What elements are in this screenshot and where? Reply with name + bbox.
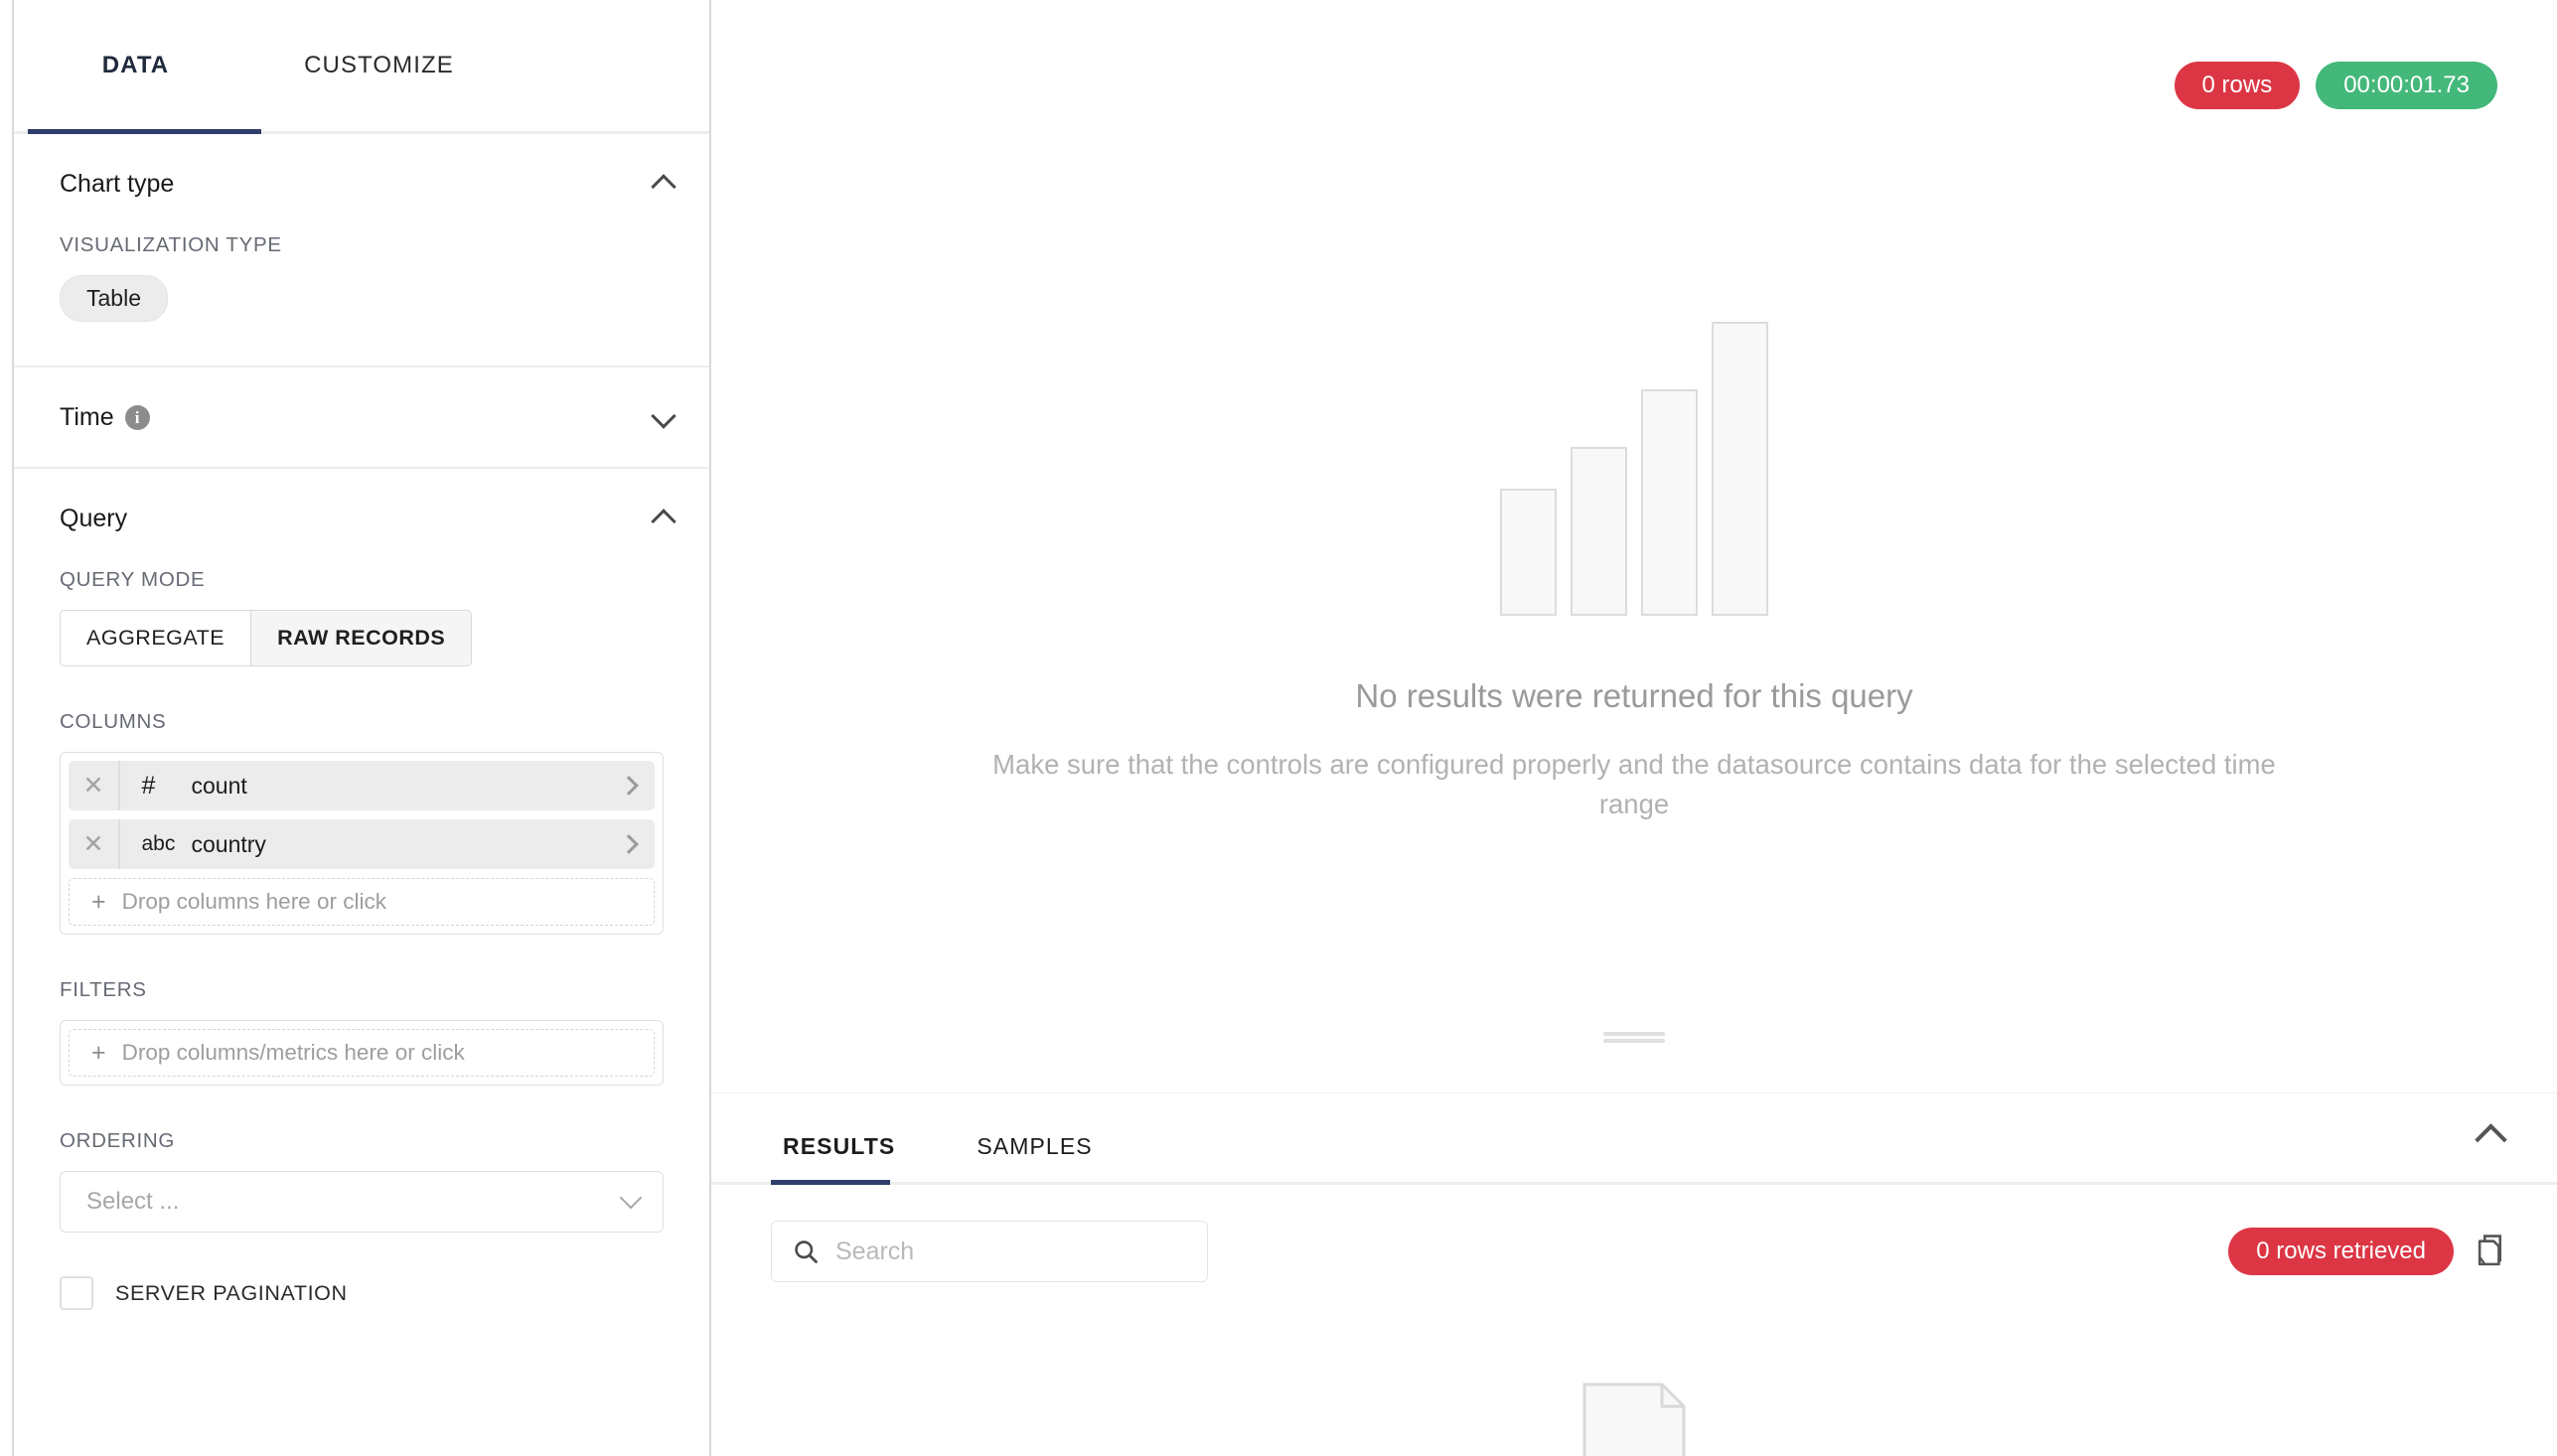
search-icon	[795, 1240, 818, 1263]
section-query: Query QUERY MODE AGGREGATE RAW RECORDS C…	[14, 469, 709, 1310]
column-chip-body: # count	[120, 772, 604, 801]
plus-icon: +	[91, 887, 106, 916]
empty-state-subtitle: Make sure that the controls are configur…	[992, 749, 2276, 819]
section-body-chart-type: VISUALIZATION TYPE Table	[14, 233, 709, 365]
ordering-select[interactable]: Select ...	[60, 1171, 664, 1233]
section-header-time[interactable]: Time i	[14, 367, 709, 467]
chart-area: 0 rows 00:00:01.73 No results were retur…	[711, 0, 2557, 1092]
info-icon[interactable]: i	[124, 404, 150, 430]
results-panel: RESULTS SAMPLES 0 rows retrieved	[711, 1092, 2557, 1456]
tab-customize[interactable]: CUSTOMIZE	[257, 0, 501, 131]
tab-data[interactable]: DATA	[14, 0, 257, 131]
panel-resize-handle[interactable]	[1603, 1032, 1665, 1043]
column-name: count	[191, 772, 247, 799]
empty-bar	[1712, 322, 1768, 616]
visualization-type-label: VISUALIZATION TYPE	[60, 233, 282, 256]
ordering-select-placeholder: Select ...	[86, 1188, 180, 1215]
empty-state-bar-chart-icon	[1500, 298, 1768, 616]
empty-bar	[1641, 389, 1698, 616]
tab-customize-label: CUSTOMIZE	[304, 52, 454, 78]
tab-data-label: DATA	[101, 52, 170, 78]
query-mode-raw-records[interactable]: RAW RECORDS	[251, 610, 473, 666]
plus-icon: +	[91, 1038, 106, 1067]
query-mode-radio-group: AGGREGATE RAW RECORDS	[60, 610, 473, 666]
columns-drop-hint[interactable]: + Drop columns here or click	[69, 878, 655, 926]
empty-results-document-icon	[1582, 1383, 1686, 1456]
search-box[interactable]	[771, 1221, 1208, 1282]
section-title-time: Time i	[60, 403, 150, 432]
column-expand-button[interactable]	[603, 834, 655, 854]
filters-drop-hint[interactable]: + Drop columns/metrics here or click	[69, 1029, 655, 1077]
chart-status-badges: 0 rows 00:00:01.73	[2174, 62, 2497, 109]
results-active-tab-indicator	[771, 1180, 890, 1185]
filters-label: FILTERS	[60, 978, 147, 1001]
tab-results[interactable]: RESULTS	[771, 1133, 907, 1182]
superset-explore-page: DATA CUSTOMIZE Chart type VISUALIZATION …	[0, 0, 2557, 1456]
section-time: Time i	[14, 367, 709, 469]
rows-retrieved-badge: 0 rows retrieved	[2228, 1228, 2454, 1275]
results-toolbar: 0 rows retrieved	[711, 1185, 2557, 1282]
columns-label: COLUMNS	[60, 710, 167, 733]
results-right-tools: 0 rows retrieved	[2228, 1228, 2509, 1275]
active-tab-indicator	[28, 129, 261, 134]
chevron-up-icon[interactable]	[652, 176, 677, 192]
query-duration-badge: 00:00:01.73	[2316, 62, 2497, 109]
control-panel: DATA CUSTOMIZE Chart type VISUALIZATION …	[14, 0, 711, 1456]
columns-drop-hint-label: Drop columns here or click	[121, 889, 386, 914]
empty-state-title: No results were returned for this query	[1355, 677, 1913, 714]
column-chip-country[interactable]: ✕ abc country	[69, 819, 655, 869]
query-mode-aggregate[interactable]: AGGREGATE	[60, 610, 252, 666]
collapse-panel-chevron-up-icon[interactable]	[2476, 1121, 2509, 1145]
chevron-down-icon[interactable]	[652, 409, 677, 425]
section-header-query[interactable]: Query	[14, 469, 709, 568]
section-title-chart-type: Chart type	[60, 169, 175, 198]
empty-bar	[1571, 447, 1627, 616]
left-gutter	[0, 0, 14, 1456]
column-chip-body: abc country	[120, 831, 604, 858]
column-type-badge: abc	[141, 832, 176, 855]
tab-samples[interactable]: SAMPLES	[965, 1133, 1104, 1182]
section-chart-type: Chart type VISUALIZATION TYPE Table	[14, 134, 709, 367]
empty-bar	[1500, 489, 1557, 616]
column-type-badge: #	[141, 771, 156, 800]
remove-column-icon[interactable]: ✕	[69, 771, 118, 801]
section-title-query: Query	[60, 504, 128, 532]
server-pagination-checkbox[interactable]	[60, 1276, 93, 1310]
chevron-right-icon	[619, 834, 639, 854]
empty-state: No results were returned for this query …	[711, 298, 2557, 824]
chevron-right-icon	[619, 776, 639, 796]
column-expand-button[interactable]	[603, 776, 655, 796]
columns-drop-area[interactable]: ✕ # count ✕ abc country + Drop columns h…	[60, 752, 664, 935]
section-body-query: QUERY MODE AGGREGATE RAW RECORDS COLUMNS…	[14, 568, 709, 1310]
chevron-up-icon[interactable]	[652, 510, 677, 526]
filters-drop-area[interactable]: + Drop columns/metrics here or click	[60, 1020, 664, 1086]
server-pagination-label: SERVER PAGINATION	[115, 1280, 348, 1305]
chevron-down-icon	[619, 1186, 643, 1210]
column-name: country	[191, 830, 266, 857]
control-panel-tabs: DATA CUSTOMIZE	[14, 0, 709, 134]
section-title-time-text: Time	[60, 402, 114, 431]
row-count-badge: 0 rows	[2174, 62, 2301, 109]
visualization-type-value[interactable]: Table	[60, 275, 168, 322]
search-input[interactable]	[835, 1237, 1187, 1266]
handle-line	[1603, 1032, 1665, 1036]
results-panel-tabs: RESULTS SAMPLES	[711, 1093, 2557, 1185]
copy-icon[interactable]	[2476, 1234, 2509, 1269]
server-pagination-row[interactable]: SERVER PAGINATION	[60, 1276, 664, 1310]
handle-line	[1603, 1039, 1665, 1043]
ordering-label: ORDERING	[60, 1129, 176, 1152]
query-mode-label: QUERY MODE	[60, 568, 206, 591]
main-area: 0 rows 00:00:01.73 No results were retur…	[711, 0, 2557, 1456]
remove-column-icon[interactable]: ✕	[69, 829, 118, 859]
column-chip-count[interactable]: ✕ # count	[69, 761, 655, 810]
section-header-chart-type[interactable]: Chart type	[14, 134, 709, 233]
filters-drop-hint-label: Drop columns/metrics here or click	[121, 1040, 465, 1065]
